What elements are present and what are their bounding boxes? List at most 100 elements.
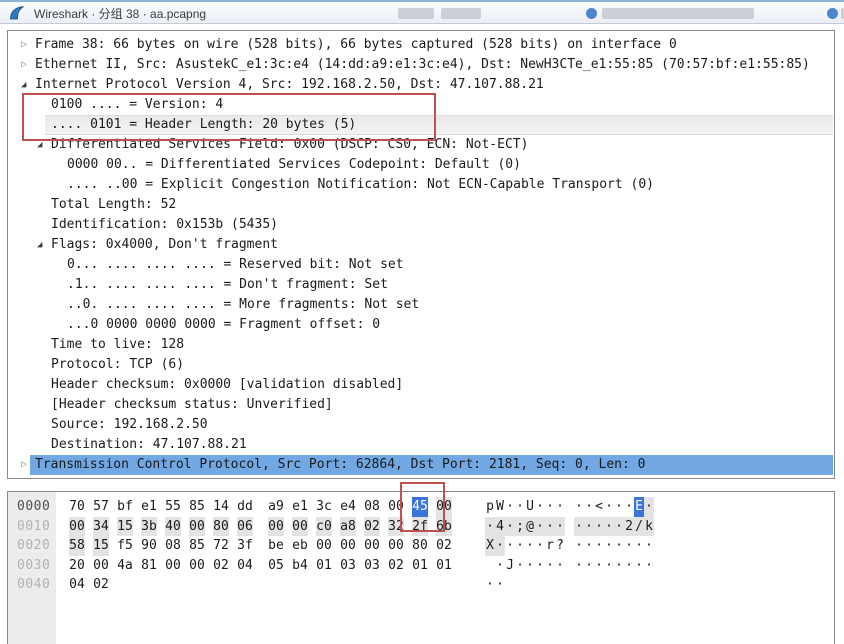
- ascii-char[interactable]: ·: [604, 536, 614, 556]
- hex-byte[interactable]: 02: [213, 556, 229, 576]
- ascii-char[interactable]: ·: [574, 497, 584, 517]
- hex-row[interactable]: 0020 58 15 f5 90 08 85 72 3f be eb 00 00 00 00 80 02 X · · ·…: [8, 536, 834, 556]
- ascii-char[interactable]: ·: [594, 556, 604, 576]
- tree-row[interactable]: Header checksum: 0x0000 [validation disa…: [8, 375, 834, 395]
- hex-byte[interactable]: bf: [117, 497, 133, 517]
- hex-byte[interactable]: 40: [165, 516, 181, 536]
- ascii-char[interactable]: k: [644, 516, 654, 536]
- ascii-char[interactable]: E: [634, 497, 644, 517]
- ascii-char[interactable]: ·: [624, 497, 634, 517]
- hex-byte[interactable]: 70: [69, 497, 85, 517]
- ascii-char[interactable]: p: [485, 497, 495, 517]
- ascii-char[interactable]: X: [485, 536, 495, 556]
- ascii-char[interactable]: ·: [604, 516, 614, 536]
- hex-byte[interactable]: e4: [340, 497, 356, 517]
- ascii-char[interactable]: ·: [535, 556, 545, 576]
- tree-row[interactable]: ...0 0000 0000 0000 = Fragment offset: 0: [8, 315, 834, 335]
- ascii-char[interactable]: /: [634, 516, 644, 536]
- hex-byte[interactable]: 00: [189, 556, 205, 576]
- ascii-char[interactable]: ·: [614, 556, 624, 576]
- ascii-char[interactable]: W: [495, 497, 505, 517]
- tree-row[interactable]: Time to live: 128: [8, 335, 834, 355]
- hex-byte[interactable]: 01: [316, 556, 332, 576]
- hex-byte[interactable]: 00: [340, 536, 356, 556]
- tree-row[interactable]: [Header checksum status: Unverified]: [8, 395, 834, 415]
- ascii-char[interactable]: ·: [574, 516, 584, 536]
- ascii-char[interactable]: ·: [644, 556, 654, 576]
- ascii-char[interactable]: ·: [535, 497, 545, 517]
- ascii-char[interactable]: ·: [594, 536, 604, 556]
- hex-byte[interactable]: 55: [165, 497, 181, 517]
- tree-row[interactable]: .1.. .... .... .... = Don't fragment: Se…: [8, 275, 834, 295]
- ascii-char[interactable]: ·: [535, 516, 545, 536]
- hex-byte[interactable]: 04: [237, 556, 253, 576]
- hex-byte[interactable]: 3c: [316, 497, 332, 517]
- ascii-char[interactable]: 4: [495, 516, 505, 536]
- ascii-char[interactable]: ·: [624, 536, 634, 556]
- ascii-char[interactable]: ·: [624, 556, 634, 576]
- ascii-char[interactable]: ·: [634, 536, 644, 556]
- hex-byte[interactable]: 85: [189, 497, 205, 517]
- collapse-arrow-icon[interactable]: ◢: [21, 75, 26, 95]
- ascii-char[interactable]: ·: [515, 536, 525, 556]
- ascii-char[interactable]: @: [525, 516, 535, 536]
- ascii-char[interactable]: ·: [584, 556, 594, 576]
- ascii-char[interactable]: J: [505, 556, 515, 576]
- tree-row[interactable]: ▷ Ethernet II, Src: AsustekC_e1:3c:e4 (14…: [8, 55, 834, 75]
- hex-byte[interactable]: c0: [316, 516, 332, 536]
- hex-byte[interactable]: f5: [117, 536, 133, 556]
- hex-byte[interactable]: 02: [364, 516, 380, 536]
- collapse-arrow-icon[interactable]: ◢: [37, 235, 42, 255]
- hex-byte[interactable]: 90: [141, 536, 157, 556]
- ascii-char[interactable]: ·: [485, 575, 495, 595]
- expand-arrow-icon[interactable]: ▷: [21, 55, 27, 75]
- ascii-char[interactable]: ·: [574, 536, 584, 556]
- tree-row[interactable]: 0000 00.. = Differentiated Services Code…: [8, 155, 834, 175]
- hex-byte[interactable]: e1: [292, 497, 308, 517]
- hex-byte[interactable]: 00: [268, 516, 284, 536]
- tree-row[interactable]: Total Length: 52: [8, 195, 834, 215]
- tree-row[interactable]: ▷ Frame 38: 66 bytes on wire (528 bits), …: [8, 35, 834, 55]
- tree-row[interactable]: ◢ Flags: 0x4000, Don't fragment: [8, 235, 834, 255]
- hex-byte[interactable]: 80: [412, 536, 428, 556]
- hex-byte[interactable]: 02: [388, 556, 404, 576]
- tree-row[interactable]: Protocol: TCP (6): [8, 355, 834, 375]
- hex-byte[interactable]: 03: [340, 556, 356, 576]
- tree-row[interactable]: ◢ Internet Protocol Version 4, Src: 192.1…: [8, 75, 834, 95]
- hex-byte[interactable]: 01: [412, 556, 428, 576]
- ascii-char[interactable]: ·: [485, 516, 495, 536]
- hex-byte[interactable]: 01: [436, 556, 452, 576]
- hex-byte[interactable]: 03: [364, 556, 380, 576]
- hex-byte[interactable]: 05: [268, 556, 284, 576]
- ascii-char[interactable]: ·: [505, 516, 515, 536]
- hex-byte[interactable]: e1: [141, 497, 157, 517]
- expand-arrow-icon[interactable]: ▷: [21, 455, 27, 475]
- hex-byte[interactable]: 02: [436, 536, 452, 556]
- ascii-char[interactable]: r: [545, 536, 555, 556]
- hex-byte[interactable]: a8: [340, 516, 356, 536]
- ascii-char[interactable]: ·: [525, 556, 535, 576]
- expand-arrow-icon[interactable]: ▷: [21, 35, 27, 55]
- hex-byte[interactable]: 00: [292, 516, 308, 536]
- ascii-char[interactable]: ·: [515, 556, 525, 576]
- hex-byte[interactable]: 00: [93, 556, 109, 576]
- ascii-char[interactable]: ·: [555, 556, 565, 576]
- hex-byte[interactable]: 00: [316, 536, 332, 556]
- hex-byte[interactable]: 08: [364, 497, 380, 517]
- ascii-char[interactable]: ·: [515, 497, 525, 517]
- hex-byte[interactable]: 85: [189, 536, 205, 556]
- ascii-char[interactable]: ·: [644, 536, 654, 556]
- ascii-char[interactable]: [485, 556, 495, 576]
- ascii-char[interactable]: U: [525, 497, 535, 517]
- ascii-char[interactable]: ·: [604, 556, 614, 576]
- tree-row[interactable]: 0... .... .... .... = Reserved bit: Not …: [8, 255, 834, 275]
- ascii-char[interactable]: ·: [535, 536, 545, 556]
- hex-byte[interactable]: 00: [165, 556, 181, 576]
- tree-row[interactable]: ..0. .... .... .... = More fragments: No…: [8, 295, 834, 315]
- hex-byte[interactable]: 15: [117, 516, 133, 536]
- hex-byte[interactable]: dd: [237, 497, 253, 517]
- hex-byte[interactable]: 3b: [141, 516, 157, 536]
- ascii-char[interactable]: ·: [545, 497, 555, 517]
- hex-byte[interactable]: 34: [93, 516, 109, 536]
- ascii-char[interactable]: ·: [495, 575, 505, 595]
